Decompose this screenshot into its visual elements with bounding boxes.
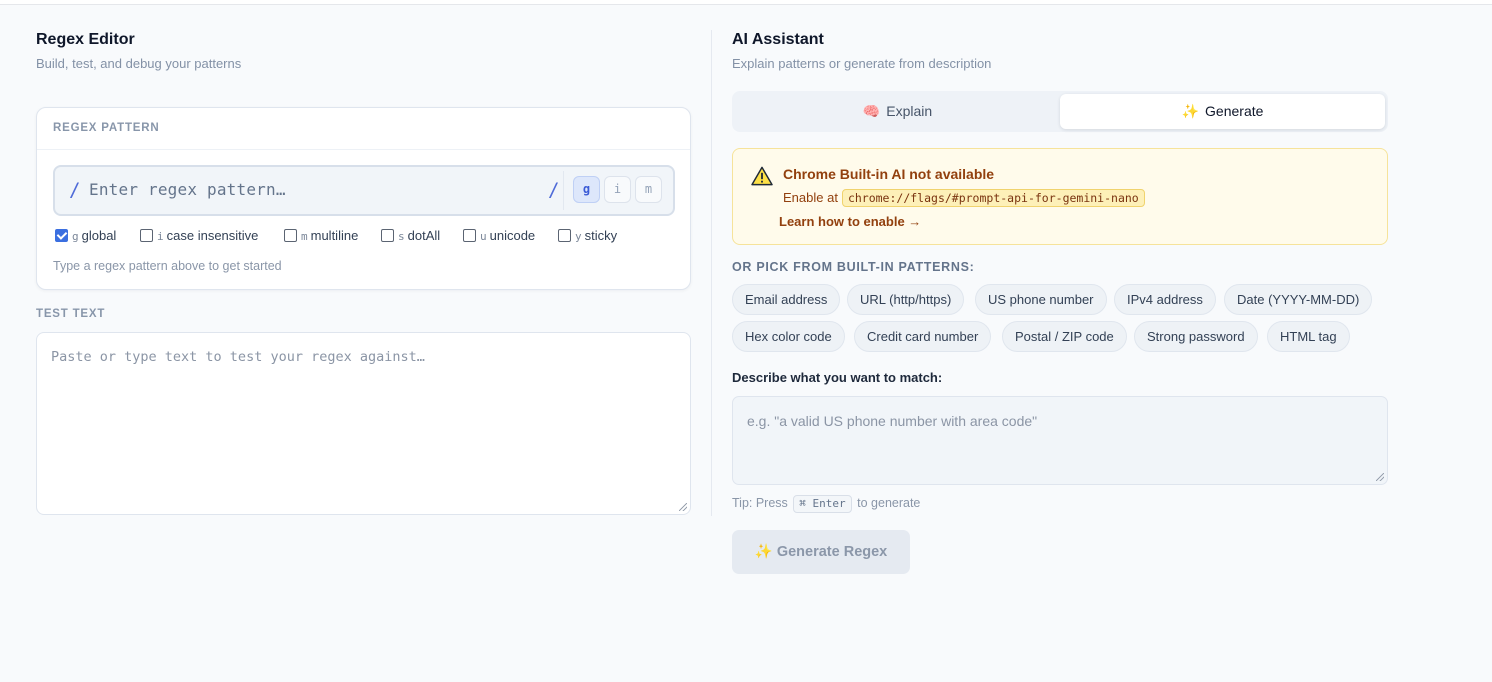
assistant-tabs: 🧠 Explain ✨ Generate <box>732 91 1388 132</box>
ai-assistant-panel: AI Assistant Explain patterns or generat… <box>732 30 1388 574</box>
flag-label: case insensitive <box>166 228 259 243</box>
checkbox-checked-icon[interactable] <box>55 229 68 242</box>
flag-separator <box>563 171 564 210</box>
tab-generate-label: Generate <box>1205 103 1264 119</box>
tab-explain-label: Explain <box>886 103 933 119</box>
pattern-chip-email[interactable]: Email address <box>732 284 841 315</box>
flag-letter: u <box>480 230 487 243</box>
flag-letter: i <box>157 230 164 243</box>
tip-suffix: to generate <box>857 496 921 510</box>
checkbox-icon[interactable] <box>463 229 476 242</box>
pattern-chip-ipv4[interactable]: IPv4 address <box>1114 284 1216 315</box>
resize-handle-icon[interactable] <box>679 503 687 511</box>
flag-case-insensitive-checkbox[interactable]: i case insensitive <box>140 227 258 246</box>
regex-placeholder: Enter regex pattern… <box>89 180 286 199</box>
flag-label: global <box>81 228 117 243</box>
pattern-chip-postal-zip[interactable]: Postal / ZIP code <box>1002 321 1127 352</box>
pattern-chip-url[interactable]: URL (http/https) <box>847 284 965 315</box>
flag-global-checkbox[interactable]: g global <box>55 227 116 246</box>
checkbox-icon[interactable] <box>558 229 571 242</box>
pattern-chip-us-phone[interactable]: US phone number <box>975 284 1107 315</box>
assistant-subtitle: Explain patterns or generate from descri… <box>732 56 992 71</box>
flag-label: sticky <box>584 228 618 243</box>
flag-toggle-g[interactable]: g <box>573 176 600 203</box>
warning-icon <box>751 166 773 186</box>
describe-label: Describe what you want to match: <box>732 370 943 385</box>
generate-regex-label: Generate Regex <box>776 544 888 560</box>
regex-open-slash: / <box>69 179 81 201</box>
regex-close-slash: / <box>548 179 560 201</box>
flag-dotall-checkbox[interactable]: s dotAll <box>381 227 440 246</box>
flag-label: dotAll <box>407 228 441 243</box>
checkbox-icon[interactable] <box>381 229 394 242</box>
regex-editor-panel: Regex Editor Build, test, and debug your… <box>36 30 691 515</box>
describe-placeholder: e.g. "a valid US phone number with area … <box>747 413 1038 429</box>
flag-label: unicode <box>489 228 536 243</box>
sparkles-icon: ✨ <box>1181 103 1200 119</box>
tab-explain[interactable]: 🧠 Explain <box>735 94 1060 129</box>
test-text-label: TEST TEXT <box>36 308 106 320</box>
keyboard-shortcut: ⌘ Enter <box>793 495 852 513</box>
editor-title: Regex Editor <box>36 31 135 48</box>
flag-label: multiline <box>310 228 359 243</box>
generate-tip: Tip: Press ⌘ Enter to generate <box>732 495 920 513</box>
generate-regex-button[interactable]: ✨ Generate Regex <box>732 530 910 574</box>
learn-how-link[interactable]: Learn how to enable → <box>779 214 921 229</box>
flag-unicode-checkbox[interactable]: u unicode <box>463 227 535 246</box>
flag-letter: s <box>398 230 405 243</box>
checkbox-icon[interactable] <box>284 229 297 242</box>
pattern-chip-credit-card[interactable]: Credit card number <box>854 321 992 352</box>
test-text-area[interactable]: Paste or type text to test your regex ag… <box>36 332 691 515</box>
flag-letter: y <box>575 230 582 243</box>
flag-toggle-i[interactable]: i <box>604 176 631 203</box>
pattern-chip-strong-password[interactable]: Strong password <box>1134 321 1258 352</box>
brain-icon: 🧠 <box>862 103 881 119</box>
flag-letter: m <box>301 230 308 243</box>
sparkles-icon: ✨ <box>754 544 773 560</box>
describe-textarea[interactable]: e.g. "a valid US phone number with area … <box>732 396 1388 485</box>
warning-title: Chrome Built-in AI not available <box>783 166 995 182</box>
editor-subtitle: Build, test, and debug your patterns <box>36 56 242 71</box>
checkbox-icon[interactable] <box>140 229 153 242</box>
pattern-label: REGEX PATTERN <box>37 108 690 150</box>
flag-multiline-checkbox[interactable]: m multiline <box>284 227 358 246</box>
ai-unavailable-warning: Chrome Built-in AI not available Enable … <box>732 148 1388 245</box>
test-text-placeholder: Paste or type text to test your regex ag… <box>51 349 425 365</box>
pattern-chip-date[interactable]: Date (YYYY-MM-DD) <box>1224 284 1373 315</box>
column-divider <box>711 30 712 516</box>
assistant-title: AI Assistant <box>732 31 824 48</box>
warning-enable-text: Enable at chrome://flags/#prompt-api-for-… <box>783 189 1145 207</box>
flag-toggle-m[interactable]: m <box>635 176 662 203</box>
enable-at-text: Enable at <box>783 190 838 205</box>
tab-generate[interactable]: ✨ Generate <box>1060 94 1385 129</box>
pattern-chip-html-tag[interactable]: HTML tag <box>1267 321 1350 352</box>
flag-sticky-checkbox[interactable]: y sticky <box>558 227 617 246</box>
tip-prefix: Tip: Press <box>732 496 788 510</box>
pattern-card: REGEX PATTERN / Enter regex pattern… / g… <box>36 107 691 290</box>
top-bar <box>0 0 1492 5</box>
builtin-patterns-label: OR PICK FROM BUILT-IN PATTERNS: <box>732 260 975 274</box>
regex-input[interactable]: / Enter regex pattern… / g i m <box>53 165 675 216</box>
pattern-chip-hex-color[interactable]: Hex color code <box>732 321 845 352</box>
resize-handle-icon[interactable] <box>1376 473 1384 481</box>
pattern-hint: Type a regex pattern above to get starte… <box>53 259 282 273</box>
chrome-flag-code: chrome://flags/#prompt-api-for-gemini-na… <box>841 189 1145 207</box>
flag-letter: g <box>72 230 79 243</box>
